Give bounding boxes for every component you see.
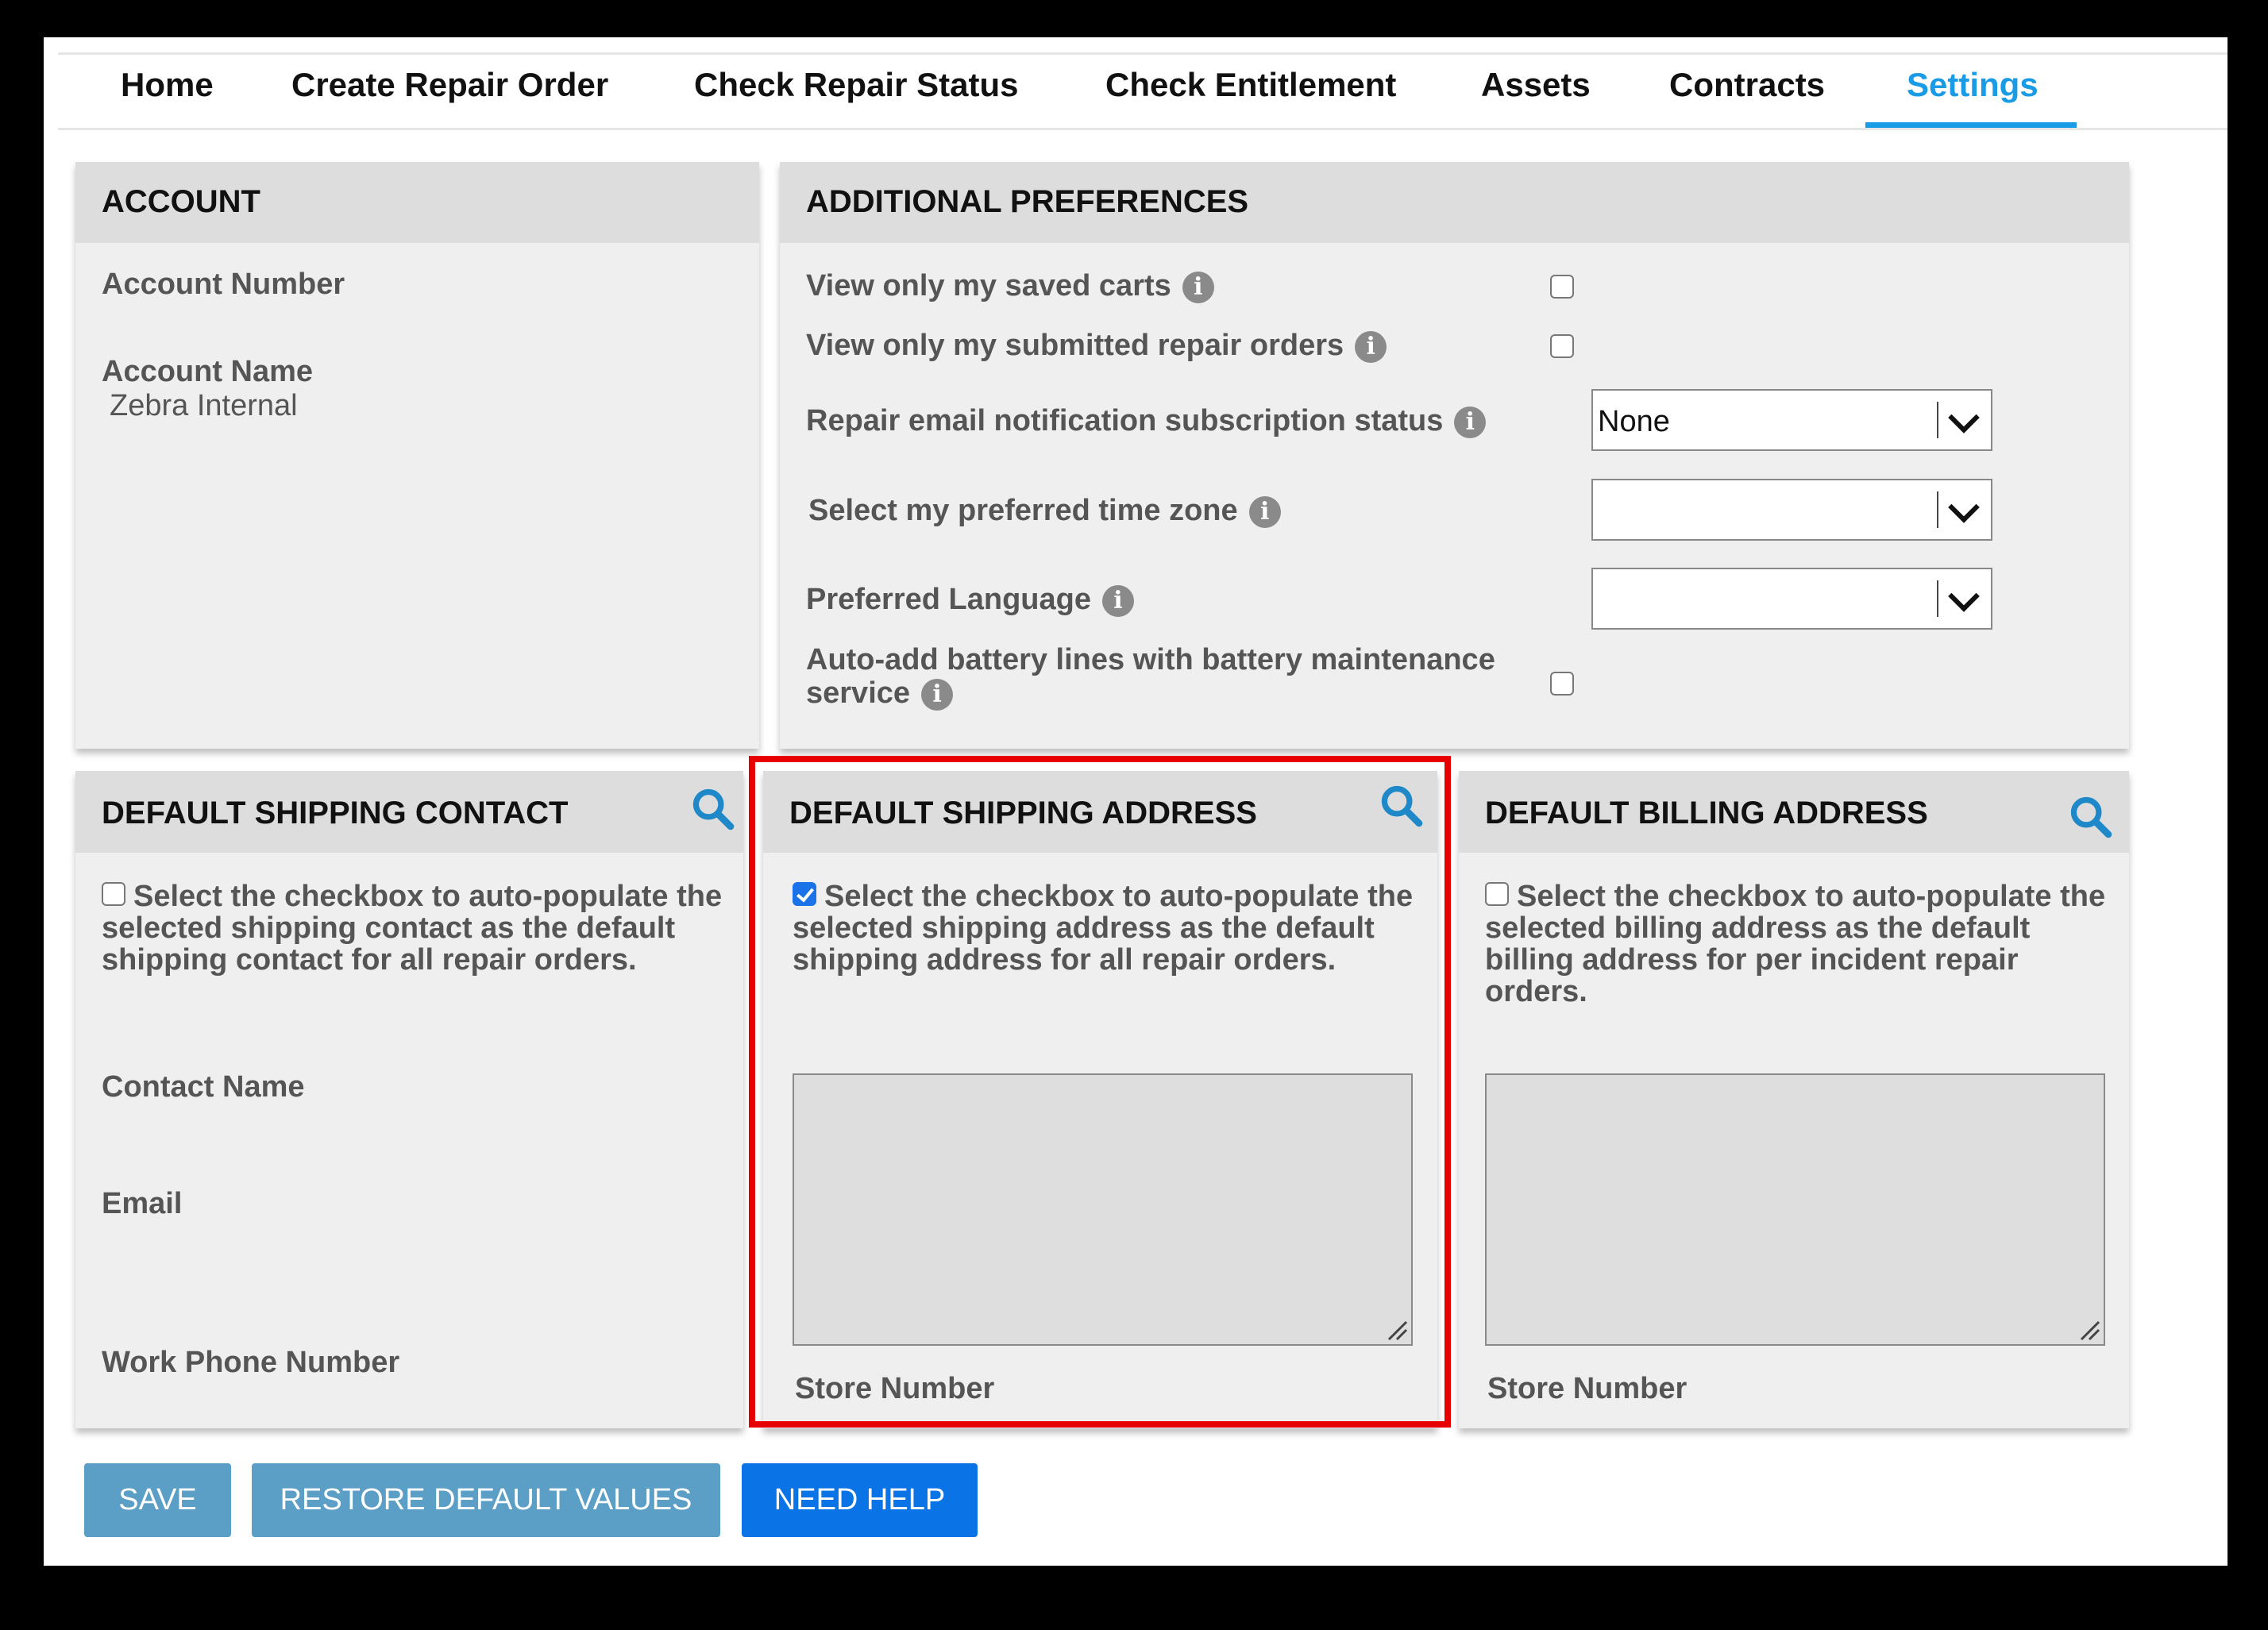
billing-address-checkbox[interactable] <box>1485 882 1509 906</box>
search-icon[interactable] <box>2067 793 2113 839</box>
search-icon[interactable] <box>1378 782 1424 828</box>
need-help-button[interactable]: NEED HELP <box>742 1463 978 1537</box>
shipping-contact-header: DEFAULT SHIPPING CONTACT <box>75 771 743 853</box>
battery-label-line1: Auto-add battery lines with battery main… <box>806 643 1495 676</box>
account-title: ACCOUNT <box>102 184 260 219</box>
submitted-orders-checkbox[interactable] <box>1550 334 1574 358</box>
shipping-contact-checkbox[interactable] <box>102 882 125 906</box>
account-name-value: Zebra Internal <box>110 389 298 422</box>
shipping-contact-description: Select the checkbox to auto-populate the… <box>102 881 729 976</box>
info-icon[interactable]: i <box>1102 584 1134 617</box>
shipping-address-textarea[interactable] <box>793 1073 1413 1346</box>
saved-carts-row: View only my saved carts i <box>806 269 1214 303</box>
account-panel: ACCOUNT Account Number Account Name Zebr… <box>75 162 759 749</box>
work-phone-label: Work Phone Number <box>102 1346 400 1379</box>
nav-contracts[interactable]: Contracts <box>1669 66 1825 104</box>
submitted-orders-label: View only my submitted repair orders <box>806 329 1344 362</box>
saved-carts-label: View only my saved carts <box>806 269 1171 302</box>
battery-checkbox[interactable] <box>1550 672 1574 696</box>
email-notification-select[interactable]: None <box>1591 389 1992 451</box>
info-icon[interactable]: i <box>1248 495 1281 528</box>
info-icon[interactable]: i <box>1355 330 1387 363</box>
email-notification-label: Repair email notification subscription s… <box>806 404 1444 437</box>
billing-address-title: DEFAULT BILLING ADDRESS <box>1485 796 1928 830</box>
submitted-orders-row: View only my submitted repair orders i <box>806 329 1387 363</box>
time-zone-row: Select my preferred time zone i <box>808 494 1281 528</box>
info-icon[interactable]: i <box>1182 271 1214 303</box>
account-number-label: Account Number <box>102 268 345 301</box>
restore-defaults-button[interactable]: RESTORE DEFAULT VALUES <box>252 1463 720 1537</box>
additional-preferences-panel: ADDITIONAL PREFERENCES View only my save… <box>780 162 2129 749</box>
select-separator <box>1937 491 1938 528</box>
select-separator <box>1937 580 1938 617</box>
preferences-panel-header: ADDITIONAL PREFERENCES <box>780 162 2129 243</box>
nav-home[interactable]: Home <box>121 66 214 104</box>
account-name-label: Account Name <box>102 355 314 388</box>
shipping-store-number-label: Store Number <box>795 1372 995 1405</box>
billing-store-number-label: Store Number <box>1487 1372 1688 1405</box>
nav-bottom-divider <box>58 128 2228 130</box>
email-notification-row: Repair email notification subscription s… <box>806 404 1487 438</box>
billing-address-textarea[interactable] <box>1485 1073 2105 1346</box>
billing-address-header: DEFAULT BILLING ADDRESS <box>1459 771 2129 853</box>
nav-settings[interactable]: Settings <box>1907 66 2038 104</box>
resize-grip-icon[interactable] <box>2078 1319 2100 1341</box>
nav-create-repair-order[interactable]: Create Repair Order <box>291 66 608 104</box>
nav-top-divider <box>58 52 2228 55</box>
resize-grip-icon[interactable] <box>1386 1319 1408 1341</box>
shipping-address-description-text: Select the checkbox to auto-populate the… <box>793 880 1414 977</box>
chevron-down-icon <box>1948 491 1980 523</box>
time-zone-select[interactable] <box>1591 479 1992 541</box>
battery-row: Auto-add battery lines with battery main… <box>806 643 1495 711</box>
default-shipping-address-panel: DEFAULT SHIPPING ADDRESS Select the chec… <box>763 771 1437 1428</box>
info-icon[interactable]: i <box>921 678 954 711</box>
email-label: Email <box>102 1187 183 1220</box>
language-label: Preferred Language <box>806 583 1091 616</box>
shipping-address-title: DEFAULT SHIPPING ADDRESS <box>789 796 1257 830</box>
battery-label-line2: service <box>806 676 911 710</box>
saved-carts-checkbox[interactable] <box>1550 275 1574 299</box>
chevron-down-icon <box>1948 580 1980 612</box>
billing-address-description-text: Select the checkbox to auto-populate the… <box>1485 880 2106 1008</box>
shipping-address-description: Select the checkbox to auto-populate the… <box>793 881 1420 976</box>
default-billing-address-panel: DEFAULT BILLING ADDRESS Select the check… <box>1459 771 2129 1428</box>
billing-address-description: Select the checkbox to auto-populate the… <box>1485 881 2112 1008</box>
nav-active-indicator <box>1865 122 2077 128</box>
preferences-title: ADDITIONAL PREFERENCES <box>806 184 1249 219</box>
shipping-address-header: DEFAULT SHIPPING ADDRESS <box>763 771 1437 853</box>
select-separator <box>1937 402 1938 438</box>
shipping-contact-title: DEFAULT SHIPPING CONTACT <box>102 796 569 830</box>
info-icon[interactable]: i <box>1454 406 1487 438</box>
chevron-down-icon <box>1948 402 1980 434</box>
settings-page: Home Create Repair Order Check Repair St… <box>44 37 2228 1566</box>
contact-name-label: Contact Name <box>102 1070 305 1104</box>
shipping-contact-description-text: Select the checkbox to auto-populate the… <box>102 880 723 977</box>
default-shipping-contact-panel: DEFAULT SHIPPING CONTACT Select the chec… <box>75 771 743 1428</box>
search-icon[interactable] <box>689 785 735 831</box>
account-panel-header: ACCOUNT <box>75 162 759 243</box>
save-button[interactable]: SAVE <box>84 1463 231 1537</box>
nav-assets[interactable]: Assets <box>1481 66 1591 104</box>
language-row: Preferred Language i <box>806 583 1134 617</box>
email-notification-value: None <box>1598 405 1670 438</box>
shipping-address-checkbox[interactable] <box>793 882 816 906</box>
nav-check-repair-status[interactable]: Check Repair Status <box>694 66 1018 104</box>
nav-check-entitlement[interactable]: Check Entitlement <box>1105 66 1396 104</box>
time-zone-label: Select my preferred time zone <box>808 494 1238 527</box>
language-select[interactable] <box>1591 568 1992 630</box>
